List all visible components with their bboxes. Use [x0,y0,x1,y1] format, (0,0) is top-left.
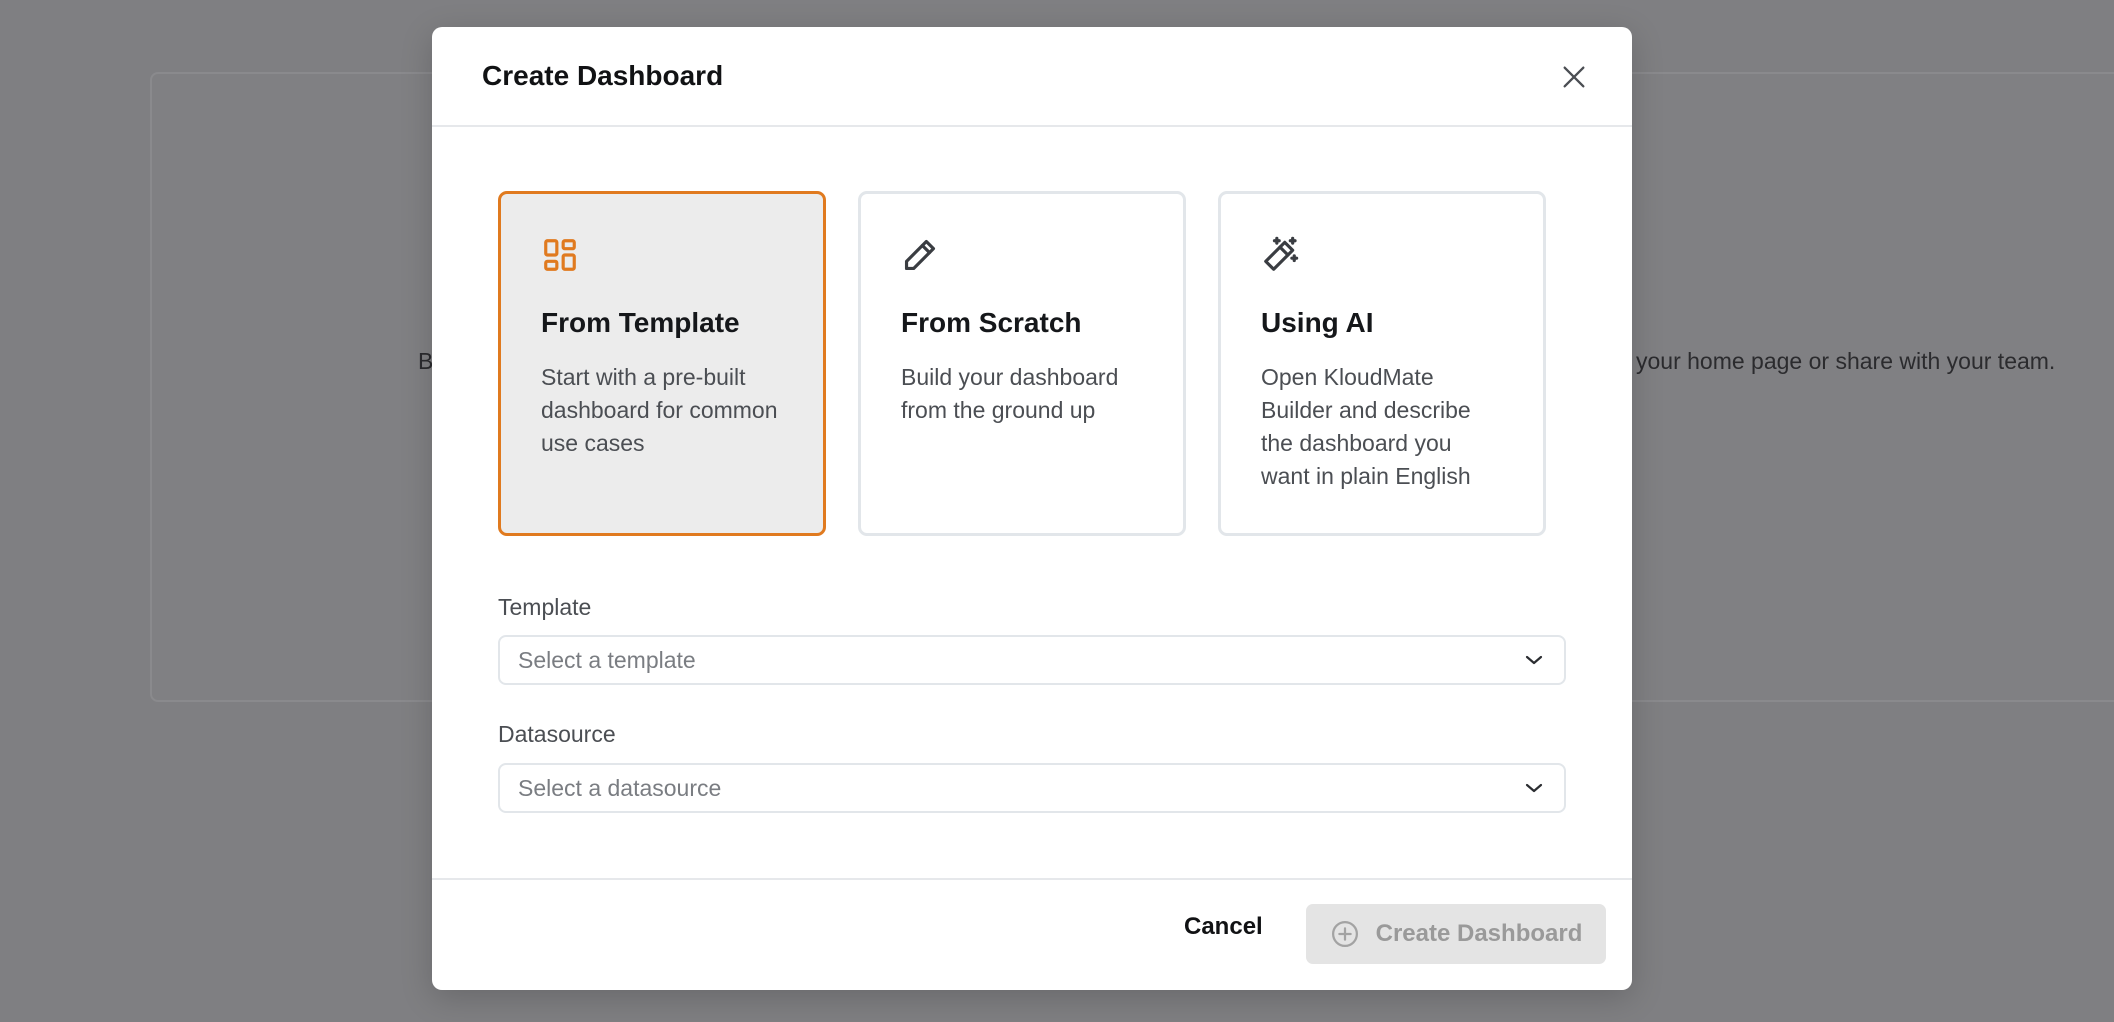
template-label: Template [498,594,592,620]
option-title: From Template [541,307,740,338]
background-text-right: your home page or share with your team. [1636,348,2056,374]
modal-title: Create Dashboard [482,60,724,91]
datasource-select[interactable]: Select a datasource [498,763,1566,813]
chevron-down-icon [1525,655,1543,665]
pencil-icon [904,239,936,271]
close-button[interactable] [1554,57,1594,97]
option-using-ai[interactable]: Using AI Open KloudMate Builder and desc… [1218,191,1546,536]
chevron-down-icon [1525,783,1543,793]
create-dashboard-modal: Create Dashboard From Template Start wit… [432,27,1632,990]
datasource-label: Datasource [498,721,616,747]
modal-footer: Cancel Create Dashboard [432,878,1632,990]
create-dashboard-label: Create Dashboard [1375,920,1583,947]
creation-options: From Template Start with a pre-built das… [498,191,1546,536]
plus-circle-icon [1331,921,1358,947]
option-from-scratch[interactable]: From Scratch Build your dashboard from t… [858,191,1186,536]
template-select[interactable]: Select a template [498,635,1566,685]
option-title: Using AI [1261,307,1374,338]
cancel-button[interactable]: Cancel [1184,913,1263,941]
layout-grid-icon [544,239,576,271]
modal-header: Create Dashboard [432,27,1632,127]
option-description: Start with a pre-built dashboard for com… [541,364,778,456]
close-icon [1563,66,1585,88]
create-dashboard-button[interactable]: Create Dashboard [1306,904,1606,964]
option-from-template[interactable]: From Template Start with a pre-built das… [498,191,826,536]
magic-wand-icon [1264,236,1299,271]
datasource-select-placeholder: Select a datasource [518,774,722,801]
option-title: From Scratch [901,307,1082,338]
template-select-placeholder: Select a template [518,646,696,673]
option-description: Build your dashboard from the ground up [901,364,1119,423]
option-description: Open KloudMate Builder and describe the … [1261,364,1471,489]
